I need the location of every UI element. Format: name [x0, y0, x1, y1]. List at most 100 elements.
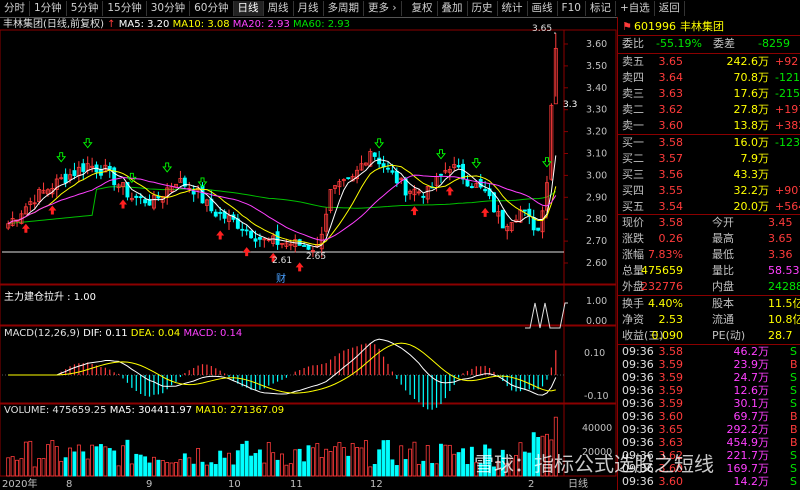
tick-volume: 24.7万 — [733, 371, 770, 384]
ask-row[interactable]: 卖一 3.60 13.8万 +382 — [618, 118, 800, 134]
volume-bar — [178, 459, 183, 477]
bid-row[interactable]: 买三 3.56 43.3万 — [618, 167, 800, 183]
volume-bar — [447, 444, 452, 477]
sell-arrow-icon — [471, 158, 482, 169]
weibi-row: 委比 -55.19% 委差 -8259 — [618, 36, 800, 52]
candle-body — [306, 244, 311, 250]
volume-bar — [421, 460, 426, 477]
macd-title: MACD(12,26,9) — [4, 328, 80, 339]
buy-arrow-icon — [48, 205, 57, 215]
stat2-label-2: 流通 — [712, 313, 734, 326]
candle-body — [143, 199, 148, 204]
signal-arrows: 3.653.32.61 2.65财 — [21, 24, 577, 285]
candle-body — [72, 170, 77, 176]
back-button[interactable]: 返回 — [655, 1, 685, 16]
candle-body — [218, 212, 223, 214]
ask-change: +382 — [775, 119, 800, 132]
sell-arrow-icon — [56, 152, 67, 163]
volume-bar — [204, 464, 209, 477]
bid-price: 3.56 — [658, 168, 684, 181]
ask-row[interactable]: 卖五 3.65 242.6万 +92 — [618, 54, 800, 70]
stat2-value-2: 28.7 — [768, 329, 793, 342]
volume-bar — [359, 447, 364, 477]
add-watchlist-button[interactable]: +自选 — [616, 1, 655, 16]
indicator-1-label: 主力建仓拉升 : 1.00 — [4, 292, 96, 303]
volume-bar — [328, 451, 333, 477]
volume-bar — [368, 466, 373, 477]
price-axis-label: 3.40 — [586, 83, 607, 94]
kline-chart[interactable]: 3.60 3.50 3.40 3.30 3.20 3.10 3.00 2.90 2.80 2.70… — [0, 0, 617, 490]
volume-bar — [381, 440, 386, 477]
ask-change: +92 — [775, 55, 799, 68]
tick-row: 09:36 3.59 30.1万 S — [618, 397, 800, 410]
stat-value-2: 3.65 — [768, 232, 793, 245]
candle-body — [275, 231, 280, 245]
bid-row[interactable]: 买二 3.57 7.9万 — [618, 151, 800, 167]
indicator-axis-label: 1.00 — [586, 296, 607, 307]
ask-change: -2154 — [775, 87, 800, 100]
ma10-line — [7, 164, 557, 246]
watermark-text: 雪球：指标公式选股之短线 — [474, 452, 714, 476]
bid-volume: 7.9万 — [740, 152, 770, 165]
buy-arrow-icon — [295, 262, 304, 272]
volume-bar — [333, 446, 337, 477]
ask-price: 3.60 — [658, 119, 684, 132]
volume-bar — [240, 443, 245, 477]
candle-body — [302, 245, 307, 247]
tick-side: S — [790, 462, 797, 475]
bid-row[interactable]: 买五 3.54 20.0万 +564 — [618, 199, 800, 215]
bid-change: +564 — [775, 200, 800, 213]
volume-bar — [218, 450, 223, 477]
price-axis-label: 2.90 — [586, 192, 607, 203]
stat-label-2: 今开 — [712, 216, 734, 229]
sell-arrow-icon — [374, 138, 385, 149]
ask-price: 3.65 — [658, 55, 684, 68]
ma60-value: MA60: 2.93 — [293, 19, 351, 30]
candle-body — [469, 186, 474, 189]
volume-bar — [465, 464, 470, 477]
stat-label-2: 内盘 — [712, 280, 734, 293]
macd-axis-label: 0.10 — [584, 348, 605, 359]
tick-price: 3.59 — [658, 384, 684, 397]
indicator-line — [525, 302, 568, 329]
low-price-label-2: 2.65 — [306, 252, 326, 262]
volume-bar — [98, 444, 103, 477]
x-axis-label: 8 — [66, 479, 72, 490]
ask-row[interactable]: 卖二 3.62 27.8万 +197 — [618, 102, 800, 118]
x-axis-label: 9 — [146, 479, 152, 490]
volume-bar — [63, 457, 68, 477]
candle-body — [200, 185, 205, 204]
stat2-row: 收益(三) 0.090 PE(动) 28.7 — [618, 328, 800, 344]
candle-body — [134, 195, 139, 198]
ask-volume: 27.8万 — [733, 103, 770, 116]
ask-row[interactable]: 卖三 3.63 17.6万 -2154 — [618, 86, 800, 102]
volume-bar — [425, 445, 430, 477]
buy-arrow-icon — [481, 207, 490, 217]
tick-time: 09:36 — [622, 345, 654, 358]
ma20-value: MA20: 2.93 — [232, 19, 290, 30]
tick-time: 09:36 — [622, 358, 654, 371]
stat2-label: 换手 — [622, 297, 644, 310]
volume-bar — [134, 453, 139, 477]
volume-bar — [23, 441, 28, 477]
volume-bar — [151, 456, 156, 477]
tick-price: 3.58 — [658, 345, 684, 358]
ask-row[interactable]: 卖四 3.64 70.8万 -1213 — [618, 70, 800, 86]
volume-bar — [403, 459, 408, 477]
candle-body — [346, 177, 351, 180]
price-axis-label: 2.70 — [586, 236, 607, 247]
bid-row[interactable]: 买四 3.55 32.2万 +907 — [618, 183, 800, 199]
tick-side: S — [790, 384, 797, 397]
candle-body — [297, 239, 302, 246]
buy-arrow-icon — [21, 223, 30, 233]
volume-bar — [231, 464, 236, 477]
volume-bar — [390, 459, 395, 477]
volume-bar — [169, 462, 174, 477]
volume-bar — [416, 463, 421, 477]
bid-row[interactable]: 买一 3.58 16.0万 -123 — [618, 135, 800, 151]
indicator-axis-label: 0.00 — [586, 316, 607, 327]
candle-body — [465, 179, 470, 187]
tick-time: 09:36 — [622, 371, 654, 384]
volume-bar — [15, 459, 19, 477]
tick-row: 09:36 3.65 292.2万 B — [618, 423, 800, 436]
